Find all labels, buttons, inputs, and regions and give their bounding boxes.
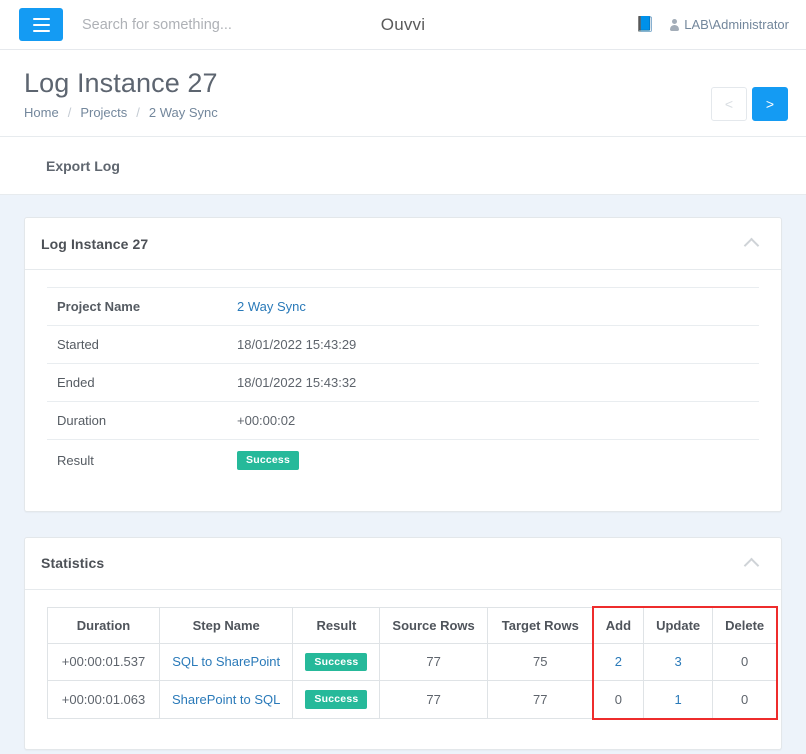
project-name-link[interactable]: 2 Way Sync — [237, 299, 306, 314]
status-badge: Success — [237, 451, 300, 470]
book-icon[interactable]: 📘 — [636, 17, 655, 32]
user-name-label: LAB\Administrator — [684, 17, 789, 32]
table-row: +00:00:01.537 SQL to SharePoint Success … — [47, 642, 778, 681]
search-container — [82, 16, 382, 33]
export-log-button[interactable]: Export Log — [46, 158, 120, 174]
cell-duration: +00:00:01.063 — [47, 680, 160, 719]
statistics-panel-body: Duration Step Name Result Source Rows Ta… — [25, 590, 781, 749]
chevron-up-icon — [743, 557, 760, 573]
table-row: Ended 18/01/2022 15:43:32 — [47, 363, 759, 402]
table-row: Started 18/01/2022 15:43:29 — [47, 325, 759, 364]
update-count-link[interactable]: 3 — [674, 654, 681, 669]
add-count-link[interactable]: 2 — [615, 654, 622, 669]
detail-label-duration: Duration — [57, 413, 107, 428]
detail-value-duration: +00:00:02 — [237, 413, 296, 428]
cell-result: Success — [292, 680, 381, 719]
cell-target-rows: 77 — [486, 680, 594, 719]
cell-source-rows: 77 — [379, 680, 488, 719]
log-instance-panel: Log Instance 27 Project Name 2 Way Sync … — [24, 217, 782, 512]
top-navigation-bar: Ouvvi 📘 LAB\Administrator — [0, 0, 806, 50]
statistics-panel-header: Statistics — [25, 538, 781, 590]
action-bar: Export Log — [0, 137, 806, 195]
update-count-link[interactable]: 1 — [674, 692, 681, 707]
column-header-source-rows: Source Rows — [379, 606, 488, 644]
cell-duration: +00:00:01.537 — [47, 642, 160, 681]
detail-value-project-name: 2 Way Sync — [227, 288, 759, 326]
detail-label-started: Started — [57, 337, 99, 352]
column-header-add: Add — [592, 606, 645, 644]
breadcrumb-separator: / — [67, 105, 72, 120]
cell-result: Success — [292, 642, 381, 681]
cell-step-name: SQL to SharePoint — [158, 642, 294, 681]
next-log-button[interactable]: > — [752, 87, 788, 121]
breadcrumb-item-projects[interactable]: Projects — [80, 105, 127, 120]
log-instance-panel-title: Log Instance 27 — [41, 235, 149, 252]
status-badge: Success — [305, 690, 368, 709]
page-header: Log Instance 27 Home / Projects / 2 Way … — [0, 50, 806, 137]
detail-value-result: Success — [227, 440, 759, 481]
user-account-link[interactable]: LAB\Administrator — [670, 17, 789, 32]
column-header-delete: Delete — [712, 606, 778, 644]
main-content: Log Instance 27 Project Name 2 Way Sync … — [0, 195, 806, 750]
cell-step-name: SharePoint to SQL — [158, 680, 294, 719]
step-name-link[interactable]: SharePoint to SQL — [172, 692, 280, 707]
log-detail-table: Project Name 2 Way Sync Started 18/01/20… — [47, 287, 759, 481]
hamburger-menu-button[interactable] — [19, 8, 63, 41]
status-badge: Success — [305, 652, 368, 671]
breadcrumb-separator: / — [136, 105, 140, 120]
hamburger-icon-line — [32, 17, 50, 20]
detail-value-started: 18/01/2022 15:43:29 — [237, 337, 357, 352]
table-header-row: Duration Step Name Result Source Rows Ta… — [47, 606, 778, 644]
previous-log-button[interactable]: < — [711, 87, 747, 121]
cell-add: 2 — [592, 642, 645, 681]
detail-label-project-name: Project Name — [57, 299, 141, 314]
detail-label-result: Result — [57, 452, 94, 468]
cell-target-rows: 75 — [486, 642, 594, 681]
nav-right-group: 📘 LAB\Administrator — [636, 17, 789, 32]
cell-source-rows: 77 — [379, 642, 488, 681]
detail-label-ended: Ended — [57, 375, 95, 390]
breadcrumb: Home / Projects / 2 Way Sync — [24, 105, 786, 120]
table-row: Duration +00:00:02 — [47, 401, 759, 440]
cell-delete: 0 — [712, 680, 778, 719]
page-title: Log Instance 27 — [24, 68, 218, 98]
search-input[interactable] — [82, 16, 382, 33]
statistics-collapse-button[interactable] — [742, 552, 761, 575]
statistics-table: Duration Step Name Result Source Rows Ta… — [47, 606, 778, 719]
hamburger-icon-line — [32, 23, 50, 26]
column-header-duration: Duration — [47, 606, 160, 644]
step-name-link[interactable]: SQL to SharePoint — [172, 654, 280, 669]
table-row: +00:00:01.063 SharePoint to SQL Success … — [47, 680, 778, 719]
detail-value-ended: 18/01/2022 15:43:32 — [237, 375, 357, 390]
cell-add: 0 — [592, 680, 645, 719]
hamburger-icon-line — [32, 29, 50, 32]
pagination-controls: < > — [711, 87, 788, 121]
column-header-target-rows: Target Rows — [486, 606, 594, 644]
cell-update: 1 — [643, 680, 714, 719]
table-row: Project Name 2 Way Sync — [47, 287, 759, 326]
column-header-step-name: Step Name — [158, 606, 294, 644]
user-icon — [670, 18, 680, 31]
statistics-panel: Statistics Duration Step Name Result Sou… — [24, 536, 782, 750]
column-header-result: Result — [292, 606, 381, 644]
breadcrumb-item-current: 2 Way Sync — [148, 105, 218, 120]
column-header-update: Update — [643, 606, 714, 644]
log-instance-panel-body: Project Name 2 Way Sync Started 18/01/20… — [25, 270, 781, 511]
cell-update: 3 — [643, 642, 714, 681]
log-instance-panel-header: Log Instance 27 — [25, 218, 781, 270]
log-instance-collapse-button[interactable] — [742, 232, 761, 255]
statistics-panel-title: Statistics — [41, 555, 105, 571]
breadcrumb-item-home[interactable]: Home — [24, 105, 59, 120]
table-row: Result Success — [47, 439, 759, 481]
chevron-up-icon — [743, 237, 760, 254]
cell-delete: 0 — [712, 642, 778, 681]
